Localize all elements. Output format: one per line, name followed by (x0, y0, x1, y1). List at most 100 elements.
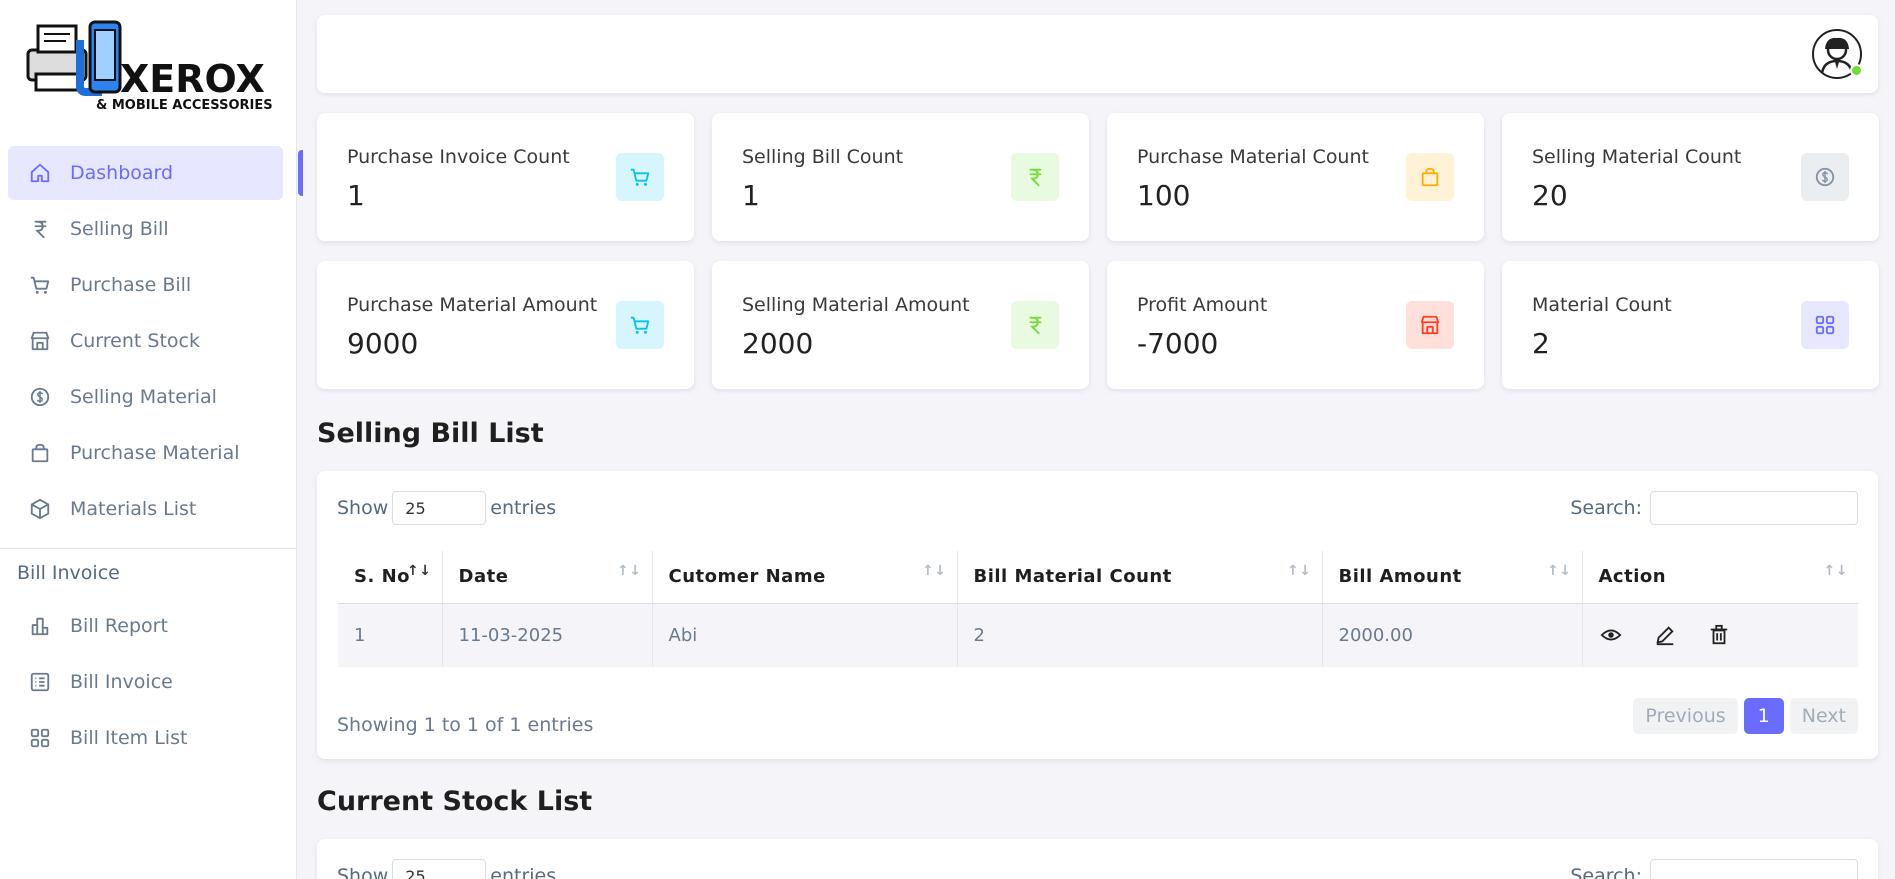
page-size-input[interactable] (392, 859, 487, 879)
cell-date: 11-03-2025 (442, 603, 653, 667)
cart-icon (616, 153, 664, 201)
sidebar-item-label: Purchase Material (70, 442, 240, 464)
sidebar-item-purchase-material[interactable]: Purchase Material (0, 426, 297, 480)
stat-value: -7000 (1137, 327, 1219, 360)
stat-label: Selling Bill Count (742, 146, 904, 168)
sidebar-item-label: Materials List (70, 498, 197, 520)
user-avatar[interactable] (1812, 29, 1863, 79)
sidebar-section-title: Bill Invoice (17, 562, 120, 584)
search-label: Search: (1570, 865, 1642, 879)
list-icon (28, 670, 52, 694)
grid-icon (28, 726, 52, 750)
sort-icon: ↑↓ (922, 563, 947, 579)
cell-amount: 2000.00 (1322, 603, 1583, 667)
column-label: Date (458, 566, 509, 588)
sidebar-item-label: Current Stock (70, 330, 200, 352)
shopping-bag-icon (1406, 153, 1454, 201)
sidebar-item-dashboard[interactable]: Dashboard (8, 146, 303, 200)
cell-material-count: 2 (957, 603, 1323, 667)
column-header-action[interactable]: Action ↑↓ (1582, 551, 1858, 604)
column-label: Bill Material Count (973, 566, 1172, 588)
active-indicator (298, 150, 303, 196)
column-label: Action (1598, 566, 1667, 588)
sidebar-item-bill-invoice[interactable]: Bill Invoice (0, 655, 297, 709)
pagination: Previous 1 Next (1633, 698, 1858, 734)
stat-card-purchase-material-count: Purchase Material Count 100 (1107, 113, 1484, 241)
cell-customer: Abi (652, 603, 958, 667)
show-label: Show (337, 497, 389, 519)
show-label: Show (337, 865, 389, 879)
stat-value: 1 (347, 179, 365, 212)
column-header-date[interactable]: Date ↑↓ (442, 551, 653, 604)
table-search: Search: (1570, 491, 1858, 525)
sidebar-item-label: Bill Item List (70, 727, 188, 749)
bar-chart-icon (28, 614, 52, 638)
sidebar-item-label: Purchase Bill (70, 274, 192, 296)
sidebar-item-purchase-bill[interactable]: Purchase Bill (0, 258, 297, 312)
edit-icon[interactable] (1653, 623, 1677, 647)
sidebar-menu-bill-invoice: Bill Report Bill Invoice Bill Item List (0, 599, 297, 767)
rupee-icon (28, 217, 52, 241)
brand-logo[interactable]: XEROX & MOBILE ACCESSORIES (24, 18, 274, 118)
search-input[interactable] (1650, 491, 1858, 525)
sidebar-item-bill-item-list[interactable]: Bill Item List (0, 711, 297, 765)
page-size-control: Show entries (337, 491, 556, 525)
stat-value: 20 (1532, 179, 1568, 212)
page-size-control: Show entries (337, 859, 556, 879)
dollar-circle-icon (1801, 153, 1849, 201)
stat-card-selling-bill-count: Selling Bill Count 1 (712, 113, 1089, 241)
stat-label: Purchase Material Count (1137, 146, 1369, 168)
stat-card-purchase-material-amount: Purchase Material Amount 9000 (317, 261, 694, 389)
sidebar-divider (0, 548, 297, 549)
cell-actions (1582, 603, 1858, 667)
sidebar-item-selling-material[interactable]: Selling Material (0, 370, 297, 424)
stat-label: Selling Material Amount (742, 294, 970, 316)
stat-card-profit-amount: Profit Amount -7000 (1107, 261, 1484, 389)
column-header-amount[interactable]: Bill Amount ↑↓ (1322, 551, 1583, 604)
table-search: Search: (1570, 859, 1858, 879)
table-info: Showing 1 to 1 of 1 entries (337, 714, 594, 736)
column-header-customer[interactable]: Cutomer Name ↑↓ (652, 551, 958, 604)
cart-icon (616, 301, 664, 349)
sidebar-item-label: Selling Material (70, 386, 217, 408)
sidebar-item-label: Dashboard (70, 162, 174, 184)
stat-card-selling-material-amount: Selling Material Amount 2000 (712, 261, 1089, 389)
sort-icon: ↑↓ (1547, 563, 1572, 579)
pagination-next[interactable]: Next (1789, 698, 1858, 734)
pagination-page-current[interactable]: 1 (1743, 698, 1784, 734)
online-status-dot (1850, 64, 1863, 77)
view-icon[interactable] (1599, 623, 1623, 647)
sidebar-item-current-stock[interactable]: Current Stock (0, 314, 297, 368)
sidebar-item-selling-bill[interactable]: Selling Bill (0, 202, 297, 256)
table-row: 1 11-03-2025 Abi 2 2000.00 (338, 603, 1858, 667)
sidebar-menu: Dashboard Selling Bill Purchase Bill Curren… (0, 146, 303, 538)
cart-icon (28, 273, 52, 297)
search-label: Search: (1570, 497, 1642, 519)
selling-bill-panel: Show entries Search: S. No↑↓ Date↑↓ Cuto… (317, 471, 1878, 759)
column-label: Cutomer Name (668, 566, 826, 588)
sidebar: XEROX & MOBILE ACCESSORIES Dashboard Sell… (0, 0, 303, 879)
sidebar-item-materials-list[interactable]: Materials List (0, 482, 297, 536)
sidebar-item-bill-report[interactable]: Bill Report (0, 599, 297, 653)
stat-card-selling-material-count: Selling Material Count 20 (1502, 113, 1879, 241)
brand-tagline: & MOBILE ACCESSORIES (96, 98, 273, 113)
column-label: S. No (354, 566, 410, 588)
dollar-circle-icon (28, 385, 52, 409)
delete-icon[interactable] (1707, 623, 1731, 647)
column-label: Bill Amount (1338, 566, 1462, 588)
entries-label: entries (490, 497, 557, 519)
page-size-input[interactable] (392, 491, 487, 525)
rupee-icon (1011, 301, 1059, 349)
store-icon (28, 329, 52, 353)
stat-label: Profit Amount (1137, 294, 1268, 316)
current-stock-heading: Current Stock List (317, 786, 593, 817)
brand-name: XEROX (120, 57, 265, 101)
box-icon (28, 497, 52, 521)
column-header-sno[interactable]: S. No ↑↓ (338, 551, 443, 604)
stat-value: 100 (1137, 179, 1191, 212)
selling-bill-table: S. No ↑↓ Date ↑↓ Cutomer Name ↑↓ Bill Mater… (338, 551, 1858, 667)
column-header-material-count[interactable]: Bill Material Count ↑↓ (957, 551, 1323, 604)
stat-card-purchase-invoice-count: Purchase Invoice Count 1 (317, 113, 694, 241)
search-input[interactable] (1650, 859, 1858, 879)
pagination-previous[interactable]: Previous (1633, 698, 1738, 734)
